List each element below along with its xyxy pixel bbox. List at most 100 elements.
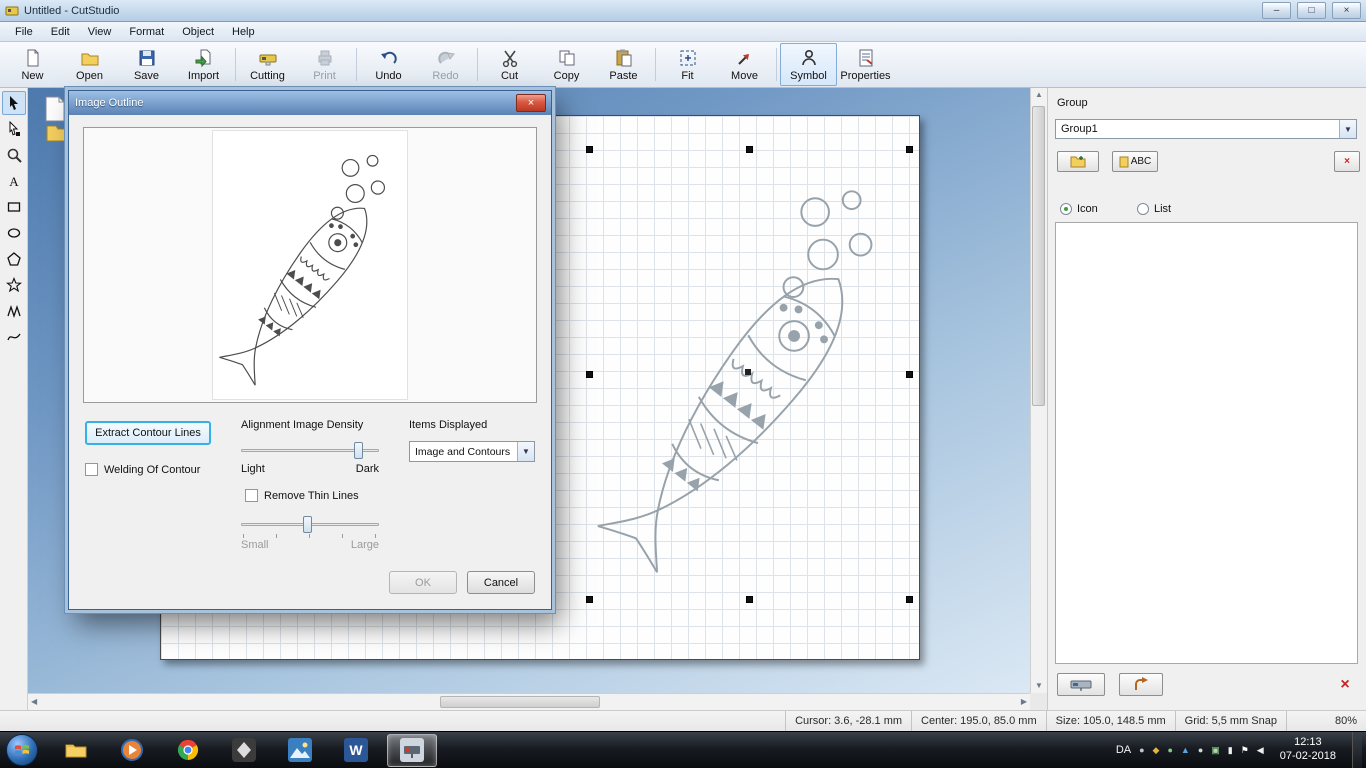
menu-file[interactable]: File <box>6 24 42 40</box>
tool-rectangle[interactable] <box>2 195 26 219</box>
taskbar-photo-viewer[interactable] <box>275 734 325 767</box>
tray-battery-icon[interactable]: ▮ <box>1228 745 1233 755</box>
insert-symbol-button[interactable] <box>1119 673 1163 696</box>
tray-display-icon[interactable]: ▣ <box>1211 745 1220 755</box>
tray-flag-icon[interactable]: ⚑ <box>1241 745 1249 755</box>
toolbar-properties-button[interactable]: Properties <box>837 43 894 86</box>
selection-handle-bottom-left[interactable] <box>586 596 593 603</box>
dialog-close-button[interactable]: × <box>516 94 546 112</box>
selection-handle-bottom-right[interactable] <box>906 596 913 603</box>
thin-line-size-slider[interactable] <box>241 515 379 533</box>
new-group-button[interactable] <box>1057 151 1099 172</box>
vertical-scrollbar-thumb[interactable] <box>1032 106 1045 406</box>
items-displayed-dropdown[interactable]: Image and Contours ▼ <box>409 441 535 462</box>
menu-view[interactable]: View <box>79 24 121 40</box>
scroll-up-icon[interactable]: ▲ <box>1032 88 1046 102</box>
tray-sync-icon[interactable]: ● <box>1198 745 1203 755</box>
cutstudio-window: Untitled - CutStudio – □ × File Edit Vie… <box>0 0 1366 768</box>
selection-center-marker[interactable] <box>745 369 751 375</box>
status-spacer <box>0 711 785 731</box>
tool-ellipse[interactable] <box>2 221 26 245</box>
dialog-title-bar[interactable]: Image Outline <box>69 91 551 115</box>
toolbar-paste-button[interactable]: Paste <box>595 43 652 86</box>
welding-of-contour-checkbox[interactable]: Welding Of Contour <box>85 463 200 476</box>
toolbar-new-button[interactable]: New <box>4 43 61 86</box>
toolbar-import-button[interactable]: Import <box>175 43 232 86</box>
tray-shield-icon[interactable]: ▲ <box>1181 745 1190 755</box>
scroll-left-icon[interactable]: ◀ <box>28 695 40 709</box>
toolbar-save-button[interactable]: Save <box>118 43 175 86</box>
toolbar-open-button[interactable]: Open <box>61 43 118 86</box>
view-list-radio[interactable]: List <box>1137 203 1171 215</box>
tool-star[interactable] <box>2 273 26 297</box>
size-slider-thumb[interactable] <box>303 516 312 533</box>
selection-handle-mid-left[interactable] <box>586 371 593 378</box>
taskbar-chrome[interactable] <box>163 734 213 767</box>
selection-handle-top-center[interactable] <box>746 146 753 153</box>
tool-node-edit[interactable] <box>2 117 26 141</box>
view-icon-radio[interactable]: Icon <box>1060 203 1098 215</box>
menu-help[interactable]: Help <box>223 24 264 40</box>
density-slider[interactable] <box>241 441 379 459</box>
tray-location-icon[interactable]: ◆ <box>1153 745 1160 755</box>
outline-preview-box <box>83 127 537 403</box>
extract-contour-lines-button[interactable]: Extract Contour Lines <box>85 421 211 445</box>
dialog-title: Image Outline <box>75 97 144 109</box>
toolbar-move-button[interactable]: Move <box>716 43 773 86</box>
taskbar-cutstudio[interactable] <box>387 733 437 767</box>
tool-polyline[interactable] <box>2 299 26 323</box>
checkbox-icon[interactable] <box>85 463 98 476</box>
menu-format[interactable]: Format <box>120 24 173 40</box>
selection-handle-mid-right[interactable] <box>906 371 913 378</box>
toolbar-symbol-button[interactable]: Symbol <box>780 43 837 86</box>
taskbar-explorer[interactable] <box>51 734 101 767</box>
toolbar-cutting-button[interactable]: Cutting <box>239 43 296 86</box>
tool-polygon[interactable] <box>2 247 26 271</box>
density-slider-thumb[interactable] <box>354 442 363 459</box>
selection-handle-bottom-center[interactable] <box>746 596 753 603</box>
selection-handle-top-right[interactable] <box>906 146 913 153</box>
group-dropdown-arrow-icon[interactable]: ▼ <box>1339 120 1356 138</box>
toolbar-copy-button[interactable]: Copy <box>538 43 595 86</box>
selection-handle-top-left[interactable] <box>586 146 593 153</box>
tray-volume-icon[interactable]: ◀ <box>1257 745 1264 755</box>
taskbar-clock[interactable]: 12:13 07-02-2018 <box>1272 736 1344 764</box>
tray-app-icon[interactable]: ● <box>1139 745 1144 755</box>
toolbar-fit-button[interactable]: Fit <box>659 43 716 86</box>
tool-select[interactable] <box>1 91 26 115</box>
maximize-button[interactable]: □ <box>1297 2 1326 19</box>
close-button[interactable]: × <box>1332 2 1361 19</box>
title-bar[interactable]: Untitled - CutStudio – □ × <box>0 0 1366 22</box>
taskbar-word[interactable]: W <box>331 734 381 767</box>
symbol-list[interactable] <box>1055 222 1358 664</box>
rename-abc-button[interactable]: ABC <box>1112 151 1158 172</box>
taskbar-inkscape[interactable] <box>219 734 269 767</box>
minimize-button[interactable]: – <box>1262 2 1291 19</box>
fit-view-icon <box>678 48 698 68</box>
checkbox-icon[interactable] <box>245 489 258 502</box>
status-center: Center: 195.0, 85.0 mm <box>911 711 1046 731</box>
toolbar-cut-button[interactable]: Cut <box>481 43 538 86</box>
tray-updater-icon[interactable]: ● <box>1167 745 1172 755</box>
group-dropdown[interactable]: Group1 ▼ <box>1055 119 1357 139</box>
items-dropdown-arrow-icon[interactable]: ▼ <box>517 442 534 461</box>
horizontal-scrollbar-thumb[interactable] <box>440 696 600 708</box>
scroll-right-icon[interactable]: ▶ <box>1018 695 1030 709</box>
toolbar-undo-button[interactable]: Undo <box>360 43 417 86</box>
tool-zoom[interactable] <box>2 143 26 167</box>
taskbar-media-player[interactable] <box>107 734 157 767</box>
send-to-cutter-button[interactable] <box>1057 673 1105 696</box>
menu-edit[interactable]: Edit <box>42 24 79 40</box>
tool-text[interactable]: A <box>2 169 26 193</box>
cancel-button[interactable]: Cancel <box>467 571 535 594</box>
show-desktop-button[interactable] <box>1352 731 1362 768</box>
menu-object[interactable]: Object <box>173 24 223 40</box>
tool-curve[interactable] <box>2 325 26 349</box>
delete-symbol-button[interactable]: × <box>1330 673 1360 696</box>
density-label: Alignment Image Density <box>241 419 364 431</box>
delete-group-button[interactable]: × <box>1334 151 1360 172</box>
scroll-down-icon[interactable]: ▼ <box>1032 679 1046 693</box>
start-button[interactable] <box>6 734 38 766</box>
language-indicator[interactable]: DA <box>1116 744 1131 756</box>
remove-thin-lines-checkbox[interactable]: Remove Thin Lines <box>245 489 359 502</box>
